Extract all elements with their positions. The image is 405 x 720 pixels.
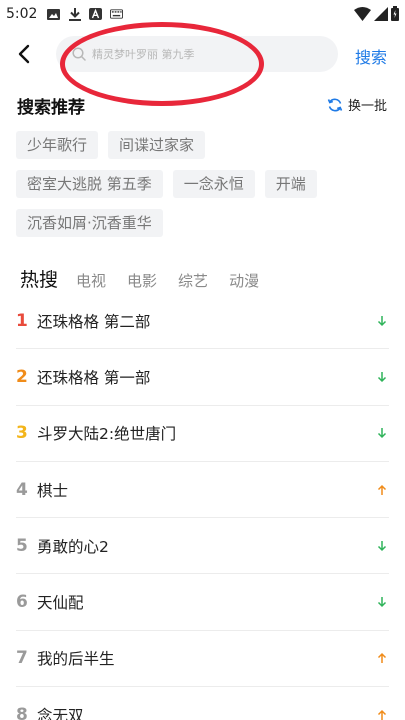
rank-number: 1 <box>16 310 28 331</box>
hot-list-item[interactable]: 5 勇敢的心2 <box>16 518 389 575</box>
rank-number: 5 <box>16 535 28 556</box>
trend-up-icon <box>377 709 387 720</box>
hot-list-item[interactable]: 4 棋士 <box>16 462 389 519</box>
tab-movie[interactable]: 电影 <box>127 270 157 291</box>
system-status-icons <box>354 6 399 25</box>
rank-number: 2 <box>16 366 28 387</box>
search-tag[interactable]: 一念永恒 <box>172 170 255 198</box>
rank-number: 6 <box>16 592 28 613</box>
trend-up-icon <box>377 484 387 495</box>
search-tag[interactable]: 少年歌行 <box>16 131 99 159</box>
keyboard-icon <box>110 9 124 20</box>
refresh-icon <box>327 98 343 111</box>
rank-number: 7 <box>16 648 28 669</box>
trend-down-icon <box>377 540 387 551</box>
image-notification-icon <box>47 8 61 20</box>
trend-down-icon <box>377 371 387 382</box>
search-tag[interactable]: 间谍过家家 <box>108 131 206 159</box>
hot-item-title: 棋士 <box>37 481 69 500</box>
tag-row: 沉香如屑·沉香重华 <box>16 209 163 237</box>
search-tag[interactable]: 开端 <box>264 170 317 198</box>
search-box[interactable] <box>56 36 338 72</box>
hot-search-list: 1 还珠格格 第二部 2 还珠格格 第一部 3 斗罗大陆2:绝世唐门 4 棋士 … <box>16 293 389 720</box>
hot-item-title: 还珠格格 第一部 <box>37 368 151 387</box>
search-tag[interactable]: 沉香如屑·沉香重华 <box>16 209 163 237</box>
hot-item-title: 斗罗大陆2:绝世唐门 <box>37 425 177 444</box>
trend-down-icon <box>377 315 387 326</box>
refresh-button[interactable]: 换一批 <box>327 95 387 114</box>
tab-hot-search[interactable]: 热搜 <box>20 265 58 292</box>
status-bar: 5:02 <box>0 0 405 28</box>
rank-number: 8 <box>16 704 28 720</box>
search-icon <box>72 47 86 61</box>
hot-list-item[interactable]: 3 斗罗大陆2:绝世唐门 <box>16 406 389 462</box>
tag-row: 少年歌行 间谍过家家 <box>16 131 206 159</box>
search-button[interactable]: 搜索 <box>355 44 387 68</box>
trend-up-icon <box>377 653 387 664</box>
search-header: 搜索 <box>0 34 405 74</box>
hot-item-title: 天仙配 <box>37 594 84 613</box>
back-button[interactable] <box>12 40 36 68</box>
hot-item-title: 念无双 <box>37 706 84 720</box>
rank-number: 3 <box>16 423 28 444</box>
notification-icons <box>47 7 124 21</box>
refresh-label: 换一批 <box>347 99 387 114</box>
hot-list-item[interactable]: 8 念无双 <box>16 687 389 720</box>
hot-list-item[interactable]: 2 还珠格格 第一部 <box>16 349 389 406</box>
download-icon <box>68 7 81 21</box>
status-time: 5:02 <box>6 6 38 22</box>
battery-icon <box>391 6 399 25</box>
tag-row: 密室大逃脱 第五季 一念永恒 开端 <box>16 170 317 198</box>
search-tag[interactable]: 密室大逃脱 第五季 <box>16 170 163 198</box>
rank-number: 4 <box>16 479 28 500</box>
hot-search-tabs: 热搜 电视 电影 综艺 动漫 <box>20 265 280 292</box>
tab-tv[interactable]: 电视 <box>76 270 106 291</box>
back-arrow-icon <box>18 44 30 64</box>
recommend-title: 搜索推荐 <box>17 98 85 118</box>
hot-list-item[interactable]: 7 我的后半生 <box>16 631 389 688</box>
wifi-icon <box>354 6 371 25</box>
cellular-signal-icon <box>374 6 388 25</box>
trend-down-icon <box>377 597 387 608</box>
search-input[interactable] <box>92 47 312 61</box>
hot-item-title: 勇敢的心2 <box>37 537 109 556</box>
hot-list-item[interactable]: 6 天仙配 <box>16 574 389 631</box>
hot-list-item[interactable]: 1 还珠格格 第二部 <box>16 293 389 350</box>
hot-item-title: 还珠格格 第二部 <box>37 312 151 331</box>
app-a-icon <box>89 8 103 20</box>
tab-variety[interactable]: 综艺 <box>178 270 208 291</box>
trend-down-icon <box>377 428 387 439</box>
tab-anime[interactable]: 动漫 <box>229 270 259 291</box>
hot-item-title: 我的后半生 <box>37 650 115 669</box>
